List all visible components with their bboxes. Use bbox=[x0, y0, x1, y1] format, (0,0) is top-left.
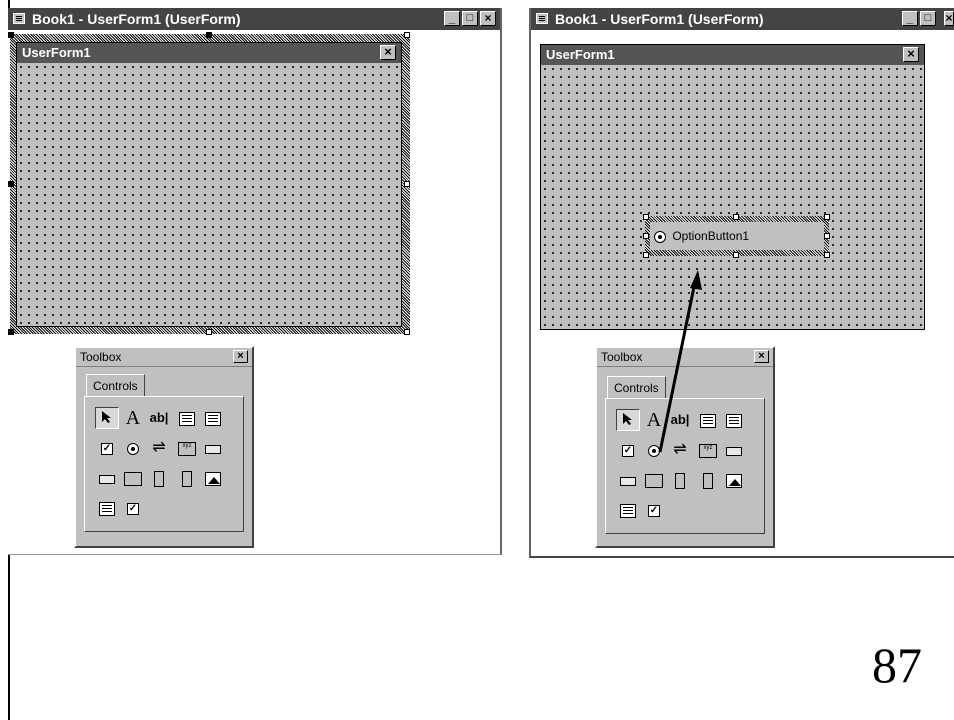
drag-arrow-head bbox=[690, 270, 702, 290]
drag-arrow-line bbox=[658, 281, 697, 453]
page-number: 87 bbox=[872, 637, 922, 693]
drag-arrow bbox=[658, 270, 702, 453]
